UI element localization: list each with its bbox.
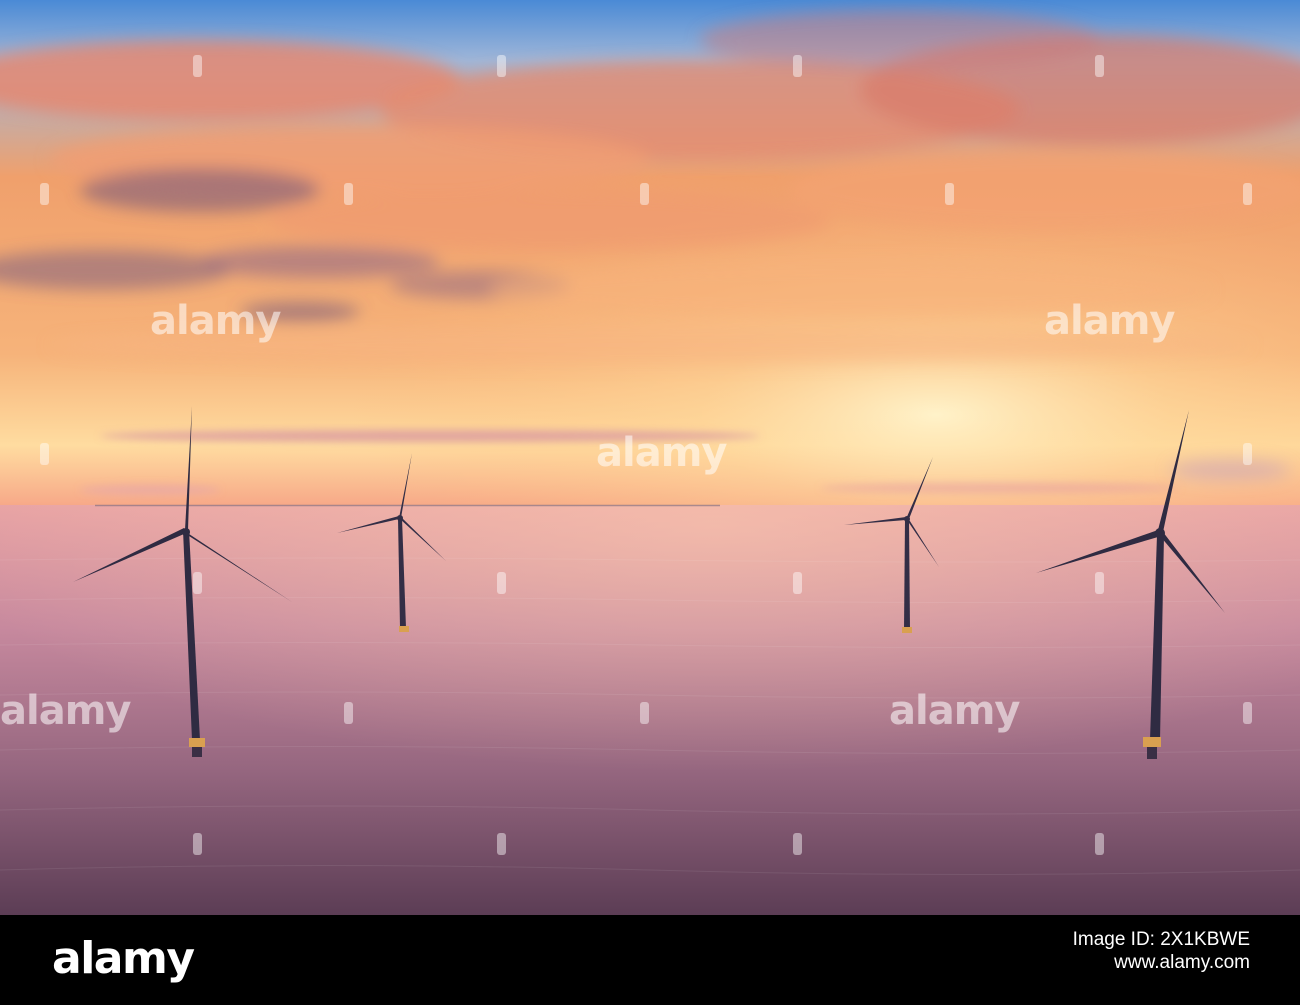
image-info: Image ID: 2X1KBWE www.alamy.com [1073,928,1250,974]
watermark-mark [945,183,954,205]
watermark: alamy [596,430,727,476]
watermark: alamy [150,298,281,344]
alamy-logo: alamy [52,933,195,984]
watermark: alamy [889,688,1020,734]
watermark-mark [344,702,353,724]
watermark-mark [497,572,506,594]
watermark-mark [640,702,649,724]
watermark-mark [344,183,353,205]
watermark-mark [497,833,506,855]
watermark-mark [1243,443,1252,465]
watermark-mark [793,833,802,855]
stock-footer-bar: alamy Image ID: 2X1KBWE www.alamy.com [0,915,1300,1005]
watermark-mark [1243,183,1252,205]
watermark-mark [193,833,202,855]
watermark-mark [497,55,506,77]
watermark-mark [40,183,49,205]
watermark-mark [1095,55,1104,77]
watermark: alamy [1044,298,1175,344]
watermark: alamy [0,688,131,734]
watermark-mark [793,55,802,77]
watermark-mark [1095,833,1104,855]
watermark-mark [1243,702,1252,724]
watermark-mark [40,443,49,465]
watermark-mark [1095,572,1104,594]
watermark-mark [793,572,802,594]
site-url: www.alamy.com [1114,952,1250,973]
watermark-mark [193,55,202,77]
sunset-photo: alamy alamy alamy alamy alamy [0,0,1300,915]
watermark-mark [193,572,202,594]
watermark-mark [640,183,649,205]
image-id: Image ID: 2X1KBWE [1072,929,1250,950]
